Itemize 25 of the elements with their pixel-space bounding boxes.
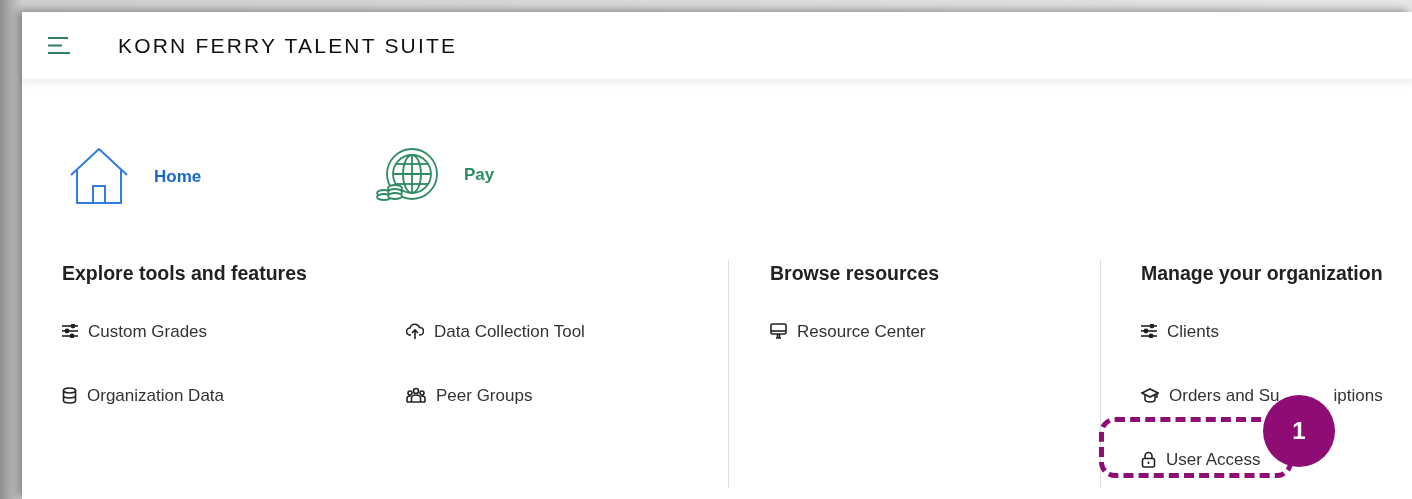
lock-icon — [1141, 450, 1156, 468]
menu-link[interactable]: Clients — [1167, 318, 1219, 345]
sliders-icon — [62, 324, 78, 339]
globe-coins-icon[interactable] — [376, 148, 438, 202]
database-icon — [62, 386, 77, 404]
menu-link[interactable]: Resource Center — [797, 318, 926, 345]
section-heading: Manage your organization — [1141, 262, 1384, 286]
section-heading: Browse resources — [770, 262, 941, 286]
graduation-cap-icon — [1141, 387, 1159, 404]
cloud-upload-icon — [406, 322, 424, 340]
people-icon — [406, 387, 426, 404]
menu-link[interactable]: Custom Grades — [88, 318, 208, 345]
app-link[interactable]: Home — [154, 164, 202, 190]
sliders-icon — [1141, 324, 1157, 339]
menu-link[interactable]: Orders and Su iptions — [1169, 382, 1383, 409]
menu-link[interactable]: User Access — [1166, 446, 1261, 473]
menu-link[interactable]: Organization Data — [87, 382, 225, 409]
menu-link[interactable]: Data Collection Tool — [434, 318, 585, 345]
monitor-icon — [770, 323, 787, 340]
app-link[interactable]: Pay — [464, 162, 495, 188]
house-icon[interactable] — [70, 148, 128, 206]
app-title: KORN FERRY TALENT SUITE — [118, 32, 458, 59]
menu-link[interactable]: Peer Groups — [436, 382, 533, 409]
section-heading: Explore tools and features — [62, 262, 308, 286]
menu-icon[interactable] — [48, 37, 70, 54]
